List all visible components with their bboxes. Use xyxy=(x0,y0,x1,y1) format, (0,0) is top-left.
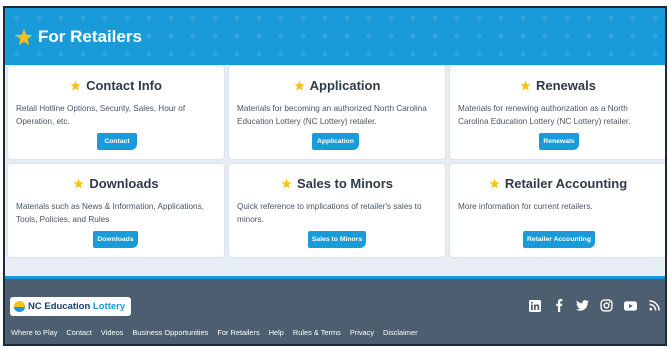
linkedin-icon[interactable] xyxy=(528,299,541,312)
footer-link-rules-terms[interactable]: Rules & Terms xyxy=(293,328,341,337)
facebook-icon[interactable] xyxy=(552,299,565,312)
star-icon xyxy=(73,178,84,189)
card-application: Application Materials for becoming an au… xyxy=(229,66,445,159)
card-description: Quick reference to implications of retai… xyxy=(237,202,422,224)
card-title: Sales to Minors xyxy=(296,176,394,191)
star-icon xyxy=(15,28,33,46)
card-description: Materials for becoming an authorized Nor… xyxy=(237,104,427,126)
star-icon xyxy=(294,80,305,91)
card-description: Materials such as News & Information, Ap… xyxy=(16,202,204,224)
logo-text: NC Education Lottery xyxy=(28,301,126,312)
application-button[interactable]: Application xyxy=(312,133,359,150)
footer-link-disclaimer[interactable]: Disclaimer xyxy=(383,328,418,337)
sales-to-minors-button[interactable]: Sales to Minors xyxy=(308,231,366,248)
card-title: Renewals xyxy=(536,78,596,93)
contact-button[interactable]: Contact xyxy=(97,133,137,150)
card-retailer-accounting: Retailer Accounting More information for… xyxy=(450,164,665,257)
card-renewals: Renewals Materials for renewing authoriz… xyxy=(450,66,665,159)
card-title: Retailer Accounting xyxy=(504,176,628,191)
footer-link-contact[interactable]: Contact xyxy=(66,328,91,337)
card-title: Downloads xyxy=(89,176,159,191)
card-heading: Application xyxy=(229,78,445,93)
card-title: Contact Info xyxy=(86,78,162,93)
star-icon xyxy=(520,80,531,91)
rss-icon[interactable] xyxy=(648,299,661,312)
instagram-icon[interactable] xyxy=(600,299,613,312)
card-heading: Renewals xyxy=(450,78,665,93)
footer-link-videos[interactable]: Videos xyxy=(101,328,123,337)
star-icon xyxy=(281,178,292,189)
card-heading: Sales to Minors xyxy=(229,176,445,191)
downloads-button[interactable]: Downloads xyxy=(93,231,138,248)
card-heading: Downloads xyxy=(8,176,224,191)
social-links xyxy=(528,299,661,312)
footer-nav: Where to Play Contact Videos Business Op… xyxy=(11,328,418,337)
card-heading: Retailer Accounting xyxy=(450,176,665,191)
footer-link-business-opportunities[interactable]: Business Opportunities xyxy=(132,328,208,337)
card-grid: Contact Info Retail Hotline Options, Sec… xyxy=(8,66,665,277)
card-contact-info: Contact Info Retail Hotline Options, Sec… xyxy=(8,66,224,159)
footer-link-help[interactable]: Help xyxy=(269,328,284,337)
card-downloads: Downloads Materials such as News & Infor… xyxy=(8,164,224,257)
footer-link-privacy[interactable]: Privacy xyxy=(350,328,374,337)
card-description: More information for current retailers. xyxy=(458,202,593,211)
retailer-accounting-button[interactable]: Retailer Accounting xyxy=(523,231,595,248)
section-banner: For Retailers xyxy=(5,8,665,65)
nc-education-lottery-logo[interactable]: NC Education Lottery xyxy=(10,297,132,316)
page-title: For Retailers xyxy=(38,27,142,46)
card-description: Retail Hotline Options, Security, Sales,… xyxy=(16,104,186,126)
twitter-icon[interactable] xyxy=(576,299,589,312)
footer-link-for-retailers[interactable]: For Retailers xyxy=(217,328,259,337)
card-description: Materials for renewing authorization as … xyxy=(458,104,631,126)
sun-logo-icon xyxy=(14,301,25,312)
star-icon xyxy=(70,80,81,91)
star-icon xyxy=(489,178,500,189)
page-frame: For Retailers Contact Info Retail Hotlin… xyxy=(3,6,667,346)
card-heading: Contact Info xyxy=(8,78,224,93)
site-footer: NC Education Lottery Where to Play Conta… xyxy=(5,276,665,344)
renewals-button[interactable]: Renewals xyxy=(539,133,579,150)
card-title: Application xyxy=(309,78,381,93)
youtube-icon[interactable] xyxy=(624,299,637,312)
card-sales-to-minors: Sales to Minors Quick reference to impli… xyxy=(229,164,445,257)
footer-link-where-to-play[interactable]: Where to Play xyxy=(11,328,57,337)
